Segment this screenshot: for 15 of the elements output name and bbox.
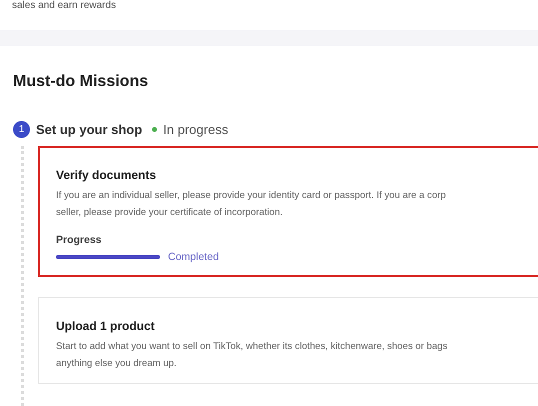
mission-title: Verify documents bbox=[56, 168, 158, 182]
progress-label: Progress bbox=[56, 234, 103, 246]
mission-description: seller, please provide your certificate of incorporation. bbox=[56, 206, 284, 220]
mission-card[interactable]: Upload 1 product Start to add what you want to sell on TikTok, whether its clothes, kitchenware, shoes or bags anything else you dream up. bbox=[38, 297, 538, 384]
step-status: In progress bbox=[163, 122, 228, 137]
step-title: Set up your shop bbox=[36, 122, 142, 137]
mission-description: Start to add what you want to sell on TikTok, whether its clothes, kitchenware, shoes or bags bbox=[56, 340, 448, 354]
progress-reading: Completed bbox=[168, 251, 219, 263]
mission-card[interactable]: Verify documents If you are an individual seller, please provide your identity card or passport. If you are a corp seller, please provide your certificate of incorporation. Progress Completed bbox=[38, 146, 538, 277]
mission-description: If you are an individual seller, please provide your identity card or passport. If you are a corp bbox=[56, 189, 447, 203]
step-number: 1 bbox=[13, 121, 30, 138]
section-title: Must-do Missions bbox=[13, 73, 150, 91]
mission-title: Upload 1 product bbox=[56, 319, 156, 333]
panel-text: sales and earn rewards bbox=[12, 0, 116, 12]
mission-description: anything else you dream up. bbox=[56, 357, 178, 371]
